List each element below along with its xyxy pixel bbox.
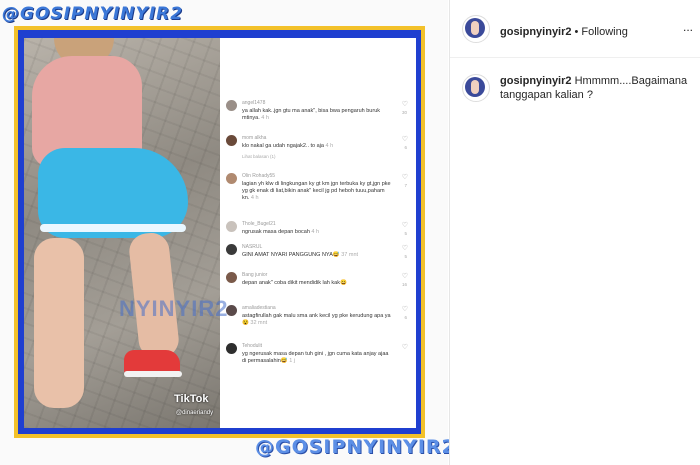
watermark-bottom: @GOSIPNYINYIR2 xyxy=(255,436,456,458)
like-count: 5 xyxy=(404,254,407,259)
comment-text: lagian yh klw di lingkungan ky gt km jgn… xyxy=(242,181,392,202)
comment-text: astagfirullah gak malu sma ank kecil yg … xyxy=(242,313,392,327)
comment-text: yg ngerusak masa depan tuh gini , jgn cu… xyxy=(242,351,392,365)
comment-user: mom alkha xyxy=(242,135,267,141)
heart-icon[interactable]: ♡ xyxy=(402,305,408,313)
comment-text: depan anak" coba dikit mendidik lah kak😄 xyxy=(242,280,392,287)
commenter-avatar xyxy=(226,343,237,354)
view-replies[interactable]: Lihat balasan (1) xyxy=(242,154,276,159)
like-count: 6 xyxy=(404,145,407,150)
like-count: 16 xyxy=(401,282,407,287)
heart-icon[interactable]: ♡ xyxy=(402,173,408,181)
comment-user: angel1478 xyxy=(242,100,266,106)
commenter-avatar xyxy=(226,272,237,283)
comment-time: 32 mnt xyxy=(250,320,268,326)
heart-icon[interactable]: ♡ xyxy=(402,244,408,252)
commenter-avatar xyxy=(226,173,237,184)
comment-user: NASRUL xyxy=(242,244,263,250)
post-header: gosipnyinyir2 • Following ... xyxy=(450,0,700,58)
comment-time: 4 h xyxy=(261,115,269,121)
comment-text: ngrusak masa depan bocah 4 h xyxy=(242,229,392,236)
video-content[interactable]: TikTok @dinaeriandy angel1478 ya allah k… xyxy=(24,38,416,428)
sneaker-sole xyxy=(124,371,182,377)
following-button[interactable]: Following xyxy=(581,26,627,38)
commenter-avatar xyxy=(226,100,237,111)
post-side-panel: gosipnyinyir2 • Following ... gosipnyinyir… xyxy=(449,0,700,465)
comment-body: ngrusak masa depan bocah xyxy=(242,229,310,235)
tiktok-logo: TikTok xyxy=(174,393,209,405)
caption-avatar[interactable] xyxy=(462,74,490,102)
comment-body: yg ngerusak masa depan tuh gini , jgn cu… xyxy=(242,351,389,364)
comment-list: angel1478 ya allah kak..jgn gtu ma anak"… xyxy=(220,38,416,428)
dancer-photo: TikTok @dinaeriandy xyxy=(24,38,220,428)
comment-time: 1 j xyxy=(289,358,296,364)
heart-icon[interactable]: ♡ xyxy=(402,221,408,229)
comment-user: Tehodulit xyxy=(242,343,263,349)
header-username[interactable]: gosipnyinyir2 xyxy=(500,26,572,38)
comment-time: 4 h xyxy=(311,229,320,235)
comment-body: klo nakal ga udah ngajak2.. to aja xyxy=(242,143,324,149)
avatar-figure xyxy=(471,80,479,94)
comment-user: Olin Rohady55 xyxy=(242,173,276,179)
comment-user: Thole_Bugel21 xyxy=(242,221,276,227)
commenter-avatar xyxy=(226,244,237,255)
heart-icon[interactable]: ♡ xyxy=(402,343,408,351)
like-count: 5 xyxy=(404,231,407,236)
profile-avatar[interactable] xyxy=(462,15,490,43)
like-count: 30 xyxy=(401,110,407,115)
post-caption: gosipnyinyir2 Hmmmm....Bagaimana tanggap… xyxy=(500,74,690,102)
comment-text: ya allah kak..jgn gtu ma anak", bisa bwa… xyxy=(242,108,392,122)
comment-body: GINI AMAT NYARI PANGGUNG NYA😅 xyxy=(242,252,340,258)
comment-user: amaliadestiana xyxy=(242,305,276,311)
comment-text: klo nakal ga udah ngajak2.. to aja 4 h xyxy=(242,143,392,150)
separator-dot: • xyxy=(574,26,579,38)
shorts-trim xyxy=(40,224,186,232)
comment-time: 4 h xyxy=(250,195,259,201)
commenter-avatar xyxy=(226,135,237,146)
like-count: 6 xyxy=(404,315,407,320)
comment-time: 37 mnt xyxy=(341,252,359,258)
like-count: 7 xyxy=(404,183,407,188)
heart-icon[interactable]: ♡ xyxy=(402,272,408,280)
heart-icon[interactable]: ♡ xyxy=(402,100,408,108)
header-meta: gosipnyinyir2 • Following xyxy=(500,22,628,40)
commenter-avatar xyxy=(226,221,237,232)
tiktok-handle: @dinaeriandy xyxy=(176,410,214,416)
comment-body: depan anak" coba dikit mendidik lah kak😄 xyxy=(242,280,347,286)
overlay-watermark: NYINYIR2 xyxy=(119,296,229,321)
comment-user: Bang junior xyxy=(242,272,268,278)
watermark-top: @GOSIPNYINYIR2 xyxy=(2,4,184,24)
comment-text: GINI AMAT NYARI PANGGUNG NYA😅 37 mnt xyxy=(242,252,392,259)
more-options-icon[interactable]: ... xyxy=(683,20,693,34)
comment-body: lagian yh klw di lingkungan ky gt km jgn… xyxy=(242,181,391,201)
left-leg xyxy=(34,238,84,408)
avatar-figure xyxy=(471,21,479,35)
post-media[interactable]: TikTok @dinaeriandy angel1478 ya allah k… xyxy=(0,0,448,465)
comment-time: 4 h xyxy=(325,143,334,149)
heart-icon[interactable]: ♡ xyxy=(402,135,408,143)
caption-username[interactable]: gosipnyinyir2 xyxy=(500,75,572,87)
